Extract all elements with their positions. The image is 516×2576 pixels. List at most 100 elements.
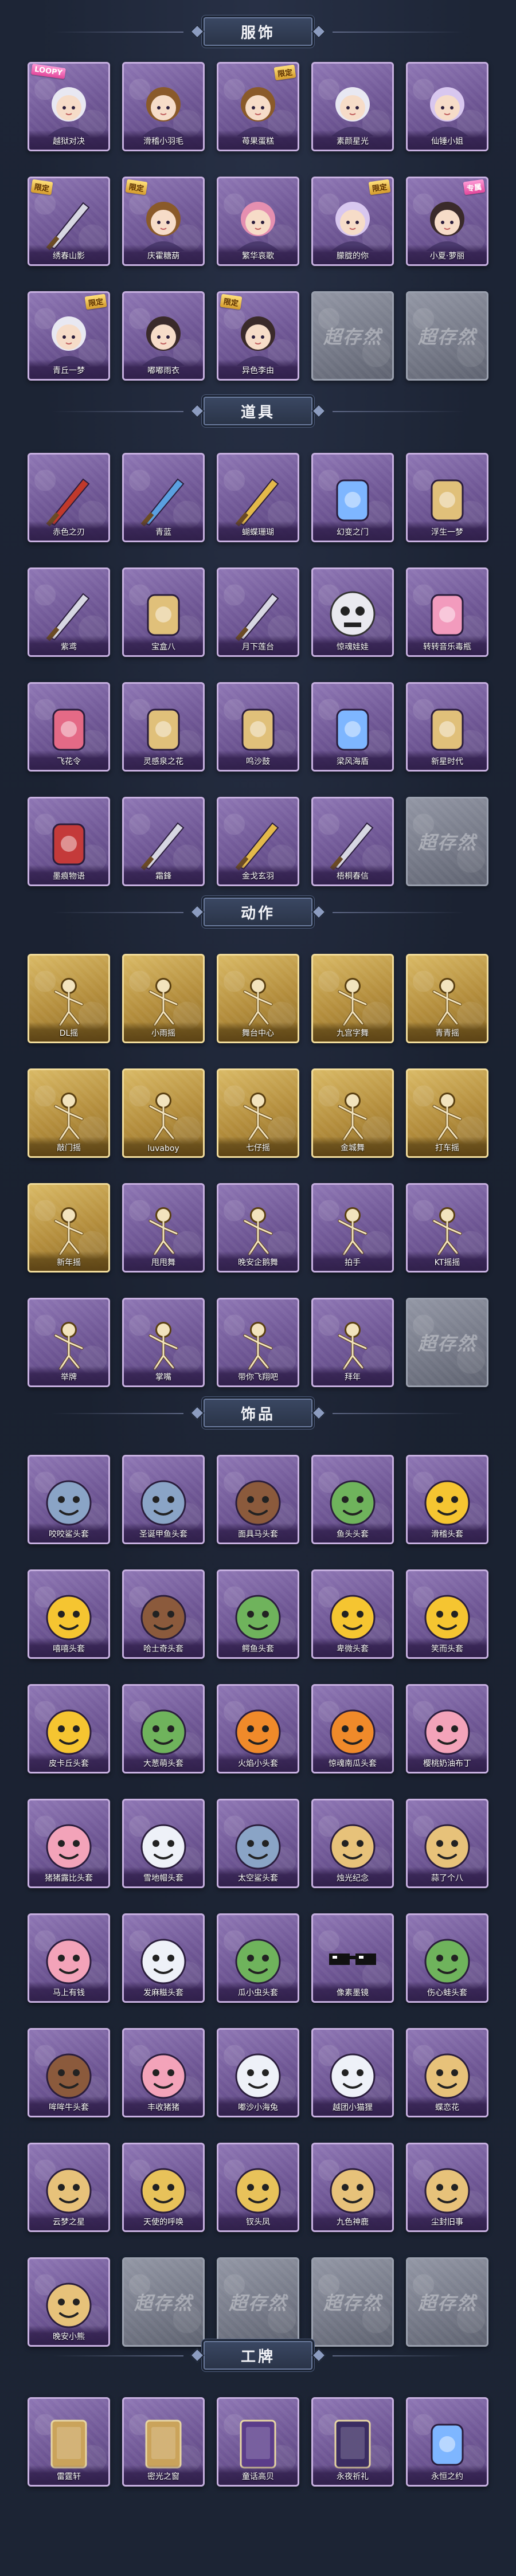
item-card[interactable]: 密光之窗: [122, 2397, 205, 2487]
item-card[interactable]: 掌嘴: [122, 1298, 205, 1387]
item-card[interactable]: 九宫字舞: [311, 954, 394, 1043]
item-card[interactable]: 梧桐春信: [311, 797, 394, 886]
item-card[interactable]: 霜鋒: [122, 797, 205, 886]
item-card[interactable]: 打车摇: [406, 1068, 488, 1158]
item-card[interactable]: 哞哞牛头套: [28, 2028, 110, 2117]
item-card[interactable]: KT摇摇: [406, 1183, 488, 1273]
item-card[interactable]: 限定 绣春山影: [28, 177, 110, 266]
item-card[interactable]: 烛光纪念: [311, 1799, 394, 1888]
item-card[interactable]: 仙锤小姐: [406, 62, 488, 151]
item-card[interactable]: 丰收猪猪: [122, 2028, 205, 2117]
item-card[interactable]: 专属 小夏·萝丽: [406, 177, 488, 266]
item-card[interactable]: 像素墨镜: [311, 1913, 394, 2003]
item-card[interactable]: 素颜星光: [311, 62, 394, 151]
item-card[interactable]: 晚安企鹅舞: [217, 1183, 299, 1273]
item-card[interactable]: 限定 异色李由: [217, 291, 299, 381]
item-grid: 雷霆轩 密光之窗 童话高贝 永夜祈礼 永恒之约: [28, 2397, 488, 2487]
item-card[interactable]: 天使的呼唤: [122, 2143, 205, 2232]
item-card[interactable]: 墨痕物语: [28, 797, 110, 886]
item-card[interactable]: 舞台中心: [217, 954, 299, 1043]
item-label: 舞台中心: [218, 1022, 298, 1042]
item-card[interactable]: 永恒之约: [406, 2397, 488, 2487]
item-card[interactable]: 嘻嘻头套: [28, 1569, 110, 1659]
item-card[interactable]: 嘟沙小海兔: [217, 2028, 299, 2117]
item-card[interactable]: 甩甩舞: [122, 1183, 205, 1273]
item-card[interactable]: DL摇: [28, 954, 110, 1043]
item-card[interactable]: 晚安小熊: [28, 2257, 110, 2347]
item-card[interactable]: 七仔摇: [217, 1068, 299, 1158]
item-card[interactable]: 猪猪露比头套: [28, 1799, 110, 1888]
item-card[interactable]: 滑稽头套: [406, 1455, 488, 1544]
item-card[interactable]: 敲门摇: [28, 1068, 110, 1158]
item-card[interactable]: 月下莲台: [217, 567, 299, 657]
item-card[interactable]: 鸣沙鼓: [217, 682, 299, 772]
page: 服饰 LOOPY 越狱对决 滑稽小羽毛 限定 苺果蛋糕 素颜星光 仙锤小姐 限定 绣春山影 限定庆…: [0, 0, 516, 2576]
item-card[interactable]: 云梦之星: [28, 2143, 110, 2232]
item-card[interactable]: 火焰小头套: [217, 1684, 299, 1774]
item-card[interactable]: 紫鸢: [28, 567, 110, 657]
item-card[interactable]: 金戈玄羽: [217, 797, 299, 886]
item-card[interactable]: 越团小猫狸: [311, 2028, 394, 2117]
item-card[interactable]: 太空鲨头套: [217, 1799, 299, 1888]
item-card[interactable]: 卑微头套: [311, 1569, 394, 1659]
item-card[interactable]: LOOPY 越狱对决: [28, 62, 110, 151]
item-card[interactable]: 咬咬鲨头套: [28, 1455, 110, 1544]
item-card[interactable]: 笑而头套: [406, 1569, 488, 1659]
item-card[interactable]: 青青摇: [406, 954, 488, 1043]
item-card[interactable]: 永夜祈礼: [311, 2397, 394, 2487]
item-card[interactable]: 钗头凤: [217, 2143, 299, 2232]
item-card[interactable]: 限定 朦胧的你: [311, 177, 394, 266]
item-card[interactable]: 新星时代: [406, 682, 488, 772]
item-card[interactable]: 繁华哀歌: [217, 177, 299, 266]
item-card[interactable]: 哈士奇头套: [122, 1569, 205, 1659]
item-card[interactable]: 雷霆轩: [28, 2397, 110, 2487]
item-card[interactable]: 面具马头套: [217, 1455, 299, 1544]
item-card[interactable]: 鱼头头套: [311, 1455, 394, 1544]
item-card[interactable]: 蝴蝶珊瑚: [217, 453, 299, 542]
item-card[interactable]: 幻变之门: [311, 453, 394, 542]
item-card[interactable]: 蝶恋花: [406, 2028, 488, 2117]
item-card[interactable]: 蒜了个八: [406, 1799, 488, 1888]
item-card[interactable]: 限定 庆霍糖葫: [122, 177, 205, 266]
item-card[interactable]: 雪地帽头套: [122, 1799, 205, 1888]
item-card[interactable]: 童话高贝: [217, 2397, 299, 2487]
item-card[interactable]: 尘封旧事: [406, 2143, 488, 2232]
item-card[interactable]: 赤色之刃: [28, 453, 110, 542]
item-card[interactable]: 惊魂南瓜头套: [311, 1684, 394, 1774]
item-card[interactable]: 梁风海盾: [311, 682, 394, 772]
item-card[interactable]: 发麻糍头套: [122, 1913, 205, 2003]
item-label: luvaboy: [124, 1137, 203, 1156]
item-card[interactable]: 九色神鹿: [311, 2143, 394, 2232]
item-card[interactable]: 小雨摇: [122, 954, 205, 1043]
item-card[interactable]: 瓜小虫头套: [217, 1913, 299, 2003]
section-props: 道具 赤色之刃 青蓝 蝴蝶珊瑚 幻变之门 浮生一梦 紫鸢 宝盒八 月下莲台 惊魂娃娃 转转音乐毒瓶…: [0, 391, 516, 886]
item-card[interactable]: 大葱萌头套: [122, 1684, 205, 1774]
item-card[interactable]: 限定 青丘一梦: [28, 291, 110, 381]
item-card[interactable]: 马上有钱: [28, 1913, 110, 2003]
item-card[interactable]: 宝盒八: [122, 567, 205, 657]
item-card[interactable]: 樱桃奶油布丁: [406, 1684, 488, 1774]
item-card[interactable]: 浮生一梦: [406, 453, 488, 542]
item-card[interactable]: 嘟嘟雨衣: [122, 291, 205, 381]
item-card[interactable]: 灵感泉之花: [122, 682, 205, 772]
item-card[interactable]: 举牌: [28, 1298, 110, 1387]
item-card[interactable]: 拍手: [311, 1183, 394, 1273]
item-card[interactable]: 限定 苺果蛋糕: [217, 62, 299, 151]
item-card[interactable]: 圣诞甲鱼头套: [122, 1455, 205, 1544]
item-card[interactable]: 伤心蛙头套: [406, 1913, 488, 2003]
item-card[interactable]: 惊魂娃娃: [311, 567, 394, 657]
item-card[interactable]: 鳄鱼头套: [217, 1569, 299, 1659]
item-card[interactable]: 青蓝: [122, 453, 205, 542]
item-card[interactable]: 皮卡丘头套: [28, 1684, 110, 1774]
item-card[interactable]: 金城舞: [311, 1068, 394, 1158]
item-card[interactable]: 飞花令: [28, 682, 110, 772]
item-card[interactable]: 拜年: [311, 1298, 394, 1387]
item-card[interactable]: 新年摇: [28, 1183, 110, 1273]
item-label: 灵感泉之花: [124, 750, 203, 770]
item-card[interactable]: luvaboy: [122, 1068, 205, 1158]
item-card[interactable]: 转转音乐毒瓶: [406, 567, 488, 657]
header-divider: [333, 411, 464, 412]
item-label: 永恒之约: [408, 2465, 487, 2485]
item-card[interactable]: 带你飞翔吧: [217, 1298, 299, 1387]
item-card[interactable]: 滑稽小羽毛: [122, 62, 205, 151]
